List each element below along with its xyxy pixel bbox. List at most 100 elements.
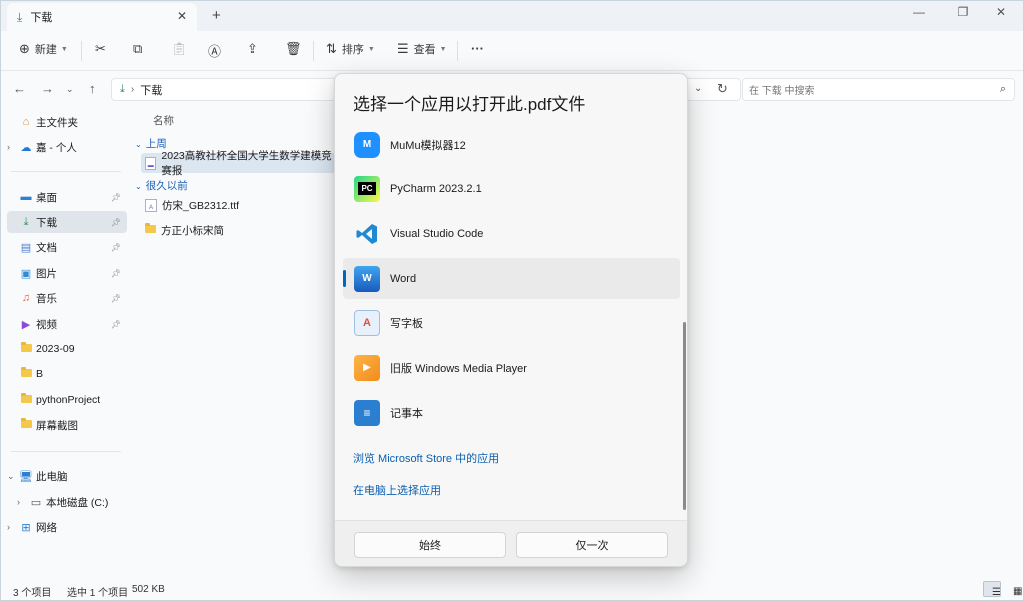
column-header-name[interactable]: 名称 bbox=[153, 113, 174, 128]
choose-local-app-link[interactable]: 在电脑上选择应用 bbox=[353, 482, 441, 498]
chevron-down-icon: ▼ bbox=[367, 45, 375, 53]
search-icon[interactable]: ⌕ bbox=[1000, 83, 1006, 96]
dialog-scrollbar[interactable] bbox=[683, 322, 686, 510]
minimize-button[interactable]: — bbox=[909, 5, 929, 19]
sidebar-item-pictures[interactable]: ▣ 图片 📌︎ bbox=[7, 262, 127, 284]
sidebar-item-this-pc[interactable]: ⌄ 🖥︎ 此电脑 bbox=[7, 465, 127, 487]
sidebar-item-network[interactable]: › ⊞ 网络 bbox=[7, 516, 127, 538]
sort-label: 排序 bbox=[341, 44, 364, 56]
always-button[interactable]: 始终 bbox=[354, 532, 506, 558]
chevron-down-icon: ⌄ bbox=[135, 140, 142, 149]
search-placeholder: 在 下载 中搜索 bbox=[749, 86, 815, 97]
cut-button[interactable]: ✂ bbox=[95, 41, 106, 57]
file-name: 方正小标宋简 bbox=[161, 224, 224, 237]
new-tab-button[interactable]: + bbox=[212, 7, 221, 24]
rename-button[interactable]: Ⓐ bbox=[208, 41, 221, 60]
sidebar-item-folder[interactable]: 屏幕截图 bbox=[7, 414, 127, 436]
forward-arrow-icon[interactable]: → bbox=[41, 81, 54, 96]
breadcrumb-current[interactable]: 下载 bbox=[140, 82, 162, 98]
sidebar-item-folder[interactable]: 2023-09 bbox=[7, 338, 127, 360]
dialog-title: 选择一个应用以打开此.pdf文件 bbox=[353, 95, 586, 114]
close-tab-icon[interactable]: ✕ bbox=[177, 9, 187, 23]
app-option-media-player[interactable]: ▶ 旧版 Windows Media Player bbox=[343, 347, 680, 388]
chevron-down-icon: ▼ bbox=[439, 45, 447, 53]
sidebar-item-folder[interactable]: pythonProject bbox=[7, 389, 127, 411]
toolbar-divider bbox=[457, 41, 458, 61]
app-option-vscode[interactable]: Visual Studio Code bbox=[343, 213, 680, 254]
folder-icon bbox=[20, 342, 32, 352]
refresh-icon[interactable]: ↻ bbox=[717, 81, 728, 97]
group-header-long-ago[interactable]: ⌄ 很久以前 bbox=[135, 178, 188, 193]
expand-chevron-icon[interactable]: › bbox=[17, 497, 29, 507]
folder-icon bbox=[145, 223, 156, 233]
sidebar-item-documents[interactable]: ▤ 文档 📌︎ bbox=[7, 236, 127, 258]
media-player-icon: ▶ bbox=[354, 354, 380, 381]
just-once-button[interactable]: 仅一次 bbox=[516, 532, 668, 558]
sidebar-item-home[interactable]: ⌂ 主文件夹 bbox=[7, 111, 127, 133]
new-button[interactable]: ⊕ 新建 ▼ bbox=[19, 41, 68, 57]
file-row[interactable]: 方正小标宋简 bbox=[141, 220, 341, 240]
sidebar-item-folder[interactable]: B bbox=[7, 363, 127, 385]
sidebar-item-local-disk[interactable]: › ▭ 本地磁盘 (C:) bbox=[17, 491, 127, 513]
expand-chevron-icon[interactable]: › bbox=[7, 522, 19, 532]
tab-title: 下载 bbox=[30, 12, 53, 24]
expand-chevron-icon[interactable]: › bbox=[7, 142, 19, 152]
app-option-notepad[interactable]: ≡ 记事本 bbox=[343, 392, 680, 433]
picture-icon: ▣ bbox=[20, 267, 32, 280]
restore-button[interactable]: ❐ bbox=[953, 5, 973, 19]
browse-store-link[interactable]: 浏览 Microsoft Store 中的应用 bbox=[353, 450, 499, 466]
sidebar-item-label: 图片 bbox=[36, 267, 57, 280]
navigation-pane: ⌂ 主文件夹 › ☁ 嘉 - 个人 ▬ 桌面 📌︎ ⤓ 下载 📌︎ ▤ 文档 📌… bbox=[1, 107, 129, 579]
sidebar-item-desktop[interactable]: ▬ 桌面 📌︎ bbox=[7, 186, 127, 208]
copy-button[interactable]: ⧉ bbox=[133, 41, 142, 57]
app-option-mumu[interactable]: M MuMu模拟器12 bbox=[343, 124, 680, 165]
group-label: 很久以前 bbox=[145, 180, 188, 192]
app-option-word[interactable]: W Word bbox=[343, 258, 680, 299]
up-arrow-icon[interactable]: ↑ bbox=[89, 81, 96, 96]
back-arrow-icon[interactable]: ← bbox=[13, 81, 26, 96]
folder-icon bbox=[20, 393, 32, 403]
more-options-button[interactable]: ··· bbox=[471, 41, 484, 56]
pin-icon: 📌︎ bbox=[110, 192, 121, 202]
file-row[interactable]: A 仿宋_GB2312.ttf bbox=[141, 195, 341, 215]
network-icon: ⊞ bbox=[21, 521, 31, 534]
sidebar-item-label: 本地磁盘 (C:) bbox=[46, 496, 109, 509]
close-window-button[interactable]: ✕ bbox=[991, 5, 1011, 19]
selected-count: 选中 1 个项目 bbox=[67, 588, 129, 599]
desktop-icon: ▬ bbox=[20, 191, 32, 203]
tab-downloads[interactable]: ⤓ 下载 ✕ bbox=[7, 3, 197, 31]
paste-button[interactable]: 📋︎ bbox=[171, 41, 188, 57]
recent-chevron-icon[interactable]: ⌄ bbox=[66, 84, 74, 95]
drive-icon: ▭ bbox=[30, 496, 42, 509]
delete-button[interactable]: 🗑︎ bbox=[285, 41, 302, 57]
sort-button[interactable]: ⇅ 排序 ▼ bbox=[326, 41, 375, 57]
list-view-icon: ☰ bbox=[992, 587, 1001, 598]
details-view-button[interactable]: ☰ bbox=[983, 581, 1001, 598]
app-name: Visual Studio Code bbox=[390, 227, 484, 240]
notepad-icon: ≡ bbox=[354, 399, 380, 426]
app-option-wordpad[interactable]: A 写字板 bbox=[343, 302, 680, 343]
pycharm-icon: PC bbox=[354, 175, 380, 202]
sidebar-item-label: 主文件夹 bbox=[36, 116, 78, 129]
file-name: 仿宋_GB2312.ttf bbox=[162, 199, 240, 212]
expand-chevron-icon[interactable]: ⌄ bbox=[7, 471, 19, 482]
view-button[interactable]: ☰ 查看 ▼ bbox=[397, 41, 447, 57]
sidebar-item-label: pythonProject bbox=[36, 394, 101, 406]
sidebar-item-label: B bbox=[36, 368, 44, 380]
toolbar-divider bbox=[81, 41, 82, 61]
pin-icon: 📌︎ bbox=[110, 242, 121, 252]
sidebar-item-downloads[interactable]: ⤓ 下载 📌︎ bbox=[7, 211, 127, 233]
share-button[interactable]: ⇪ bbox=[247, 41, 258, 57]
sidebar-item-videos[interactable]: ▶ 视频 📌︎ bbox=[7, 313, 127, 335]
search-input[interactable]: 在 下载 中搜索 ⌕ bbox=[742, 78, 1015, 101]
sidebar-item-label: 屏幕截图 bbox=[36, 419, 78, 432]
address-dropdown-icon[interactable]: ⌄ bbox=[694, 83, 702, 94]
sidebar-item-onedrive[interactable]: › ☁ 嘉 - 个人 bbox=[7, 136, 127, 158]
file-row[interactable]: ▬ 2023高教社杯全国大学生数学建模竞赛报 bbox=[141, 150, 341, 177]
toolbar-divider bbox=[313, 41, 314, 61]
download-icon: ⤓ bbox=[120, 83, 125, 95]
app-option-pycharm[interactable]: PC PyCharm 2023.2.1 bbox=[343, 168, 680, 209]
tiles-view-button[interactable]: ▦ bbox=[1004, 581, 1022, 597]
sidebar-item-label: 音乐 bbox=[36, 292, 57, 305]
sidebar-item-music[interactable]: ♫ 音乐 📌︎ bbox=[7, 287, 127, 309]
